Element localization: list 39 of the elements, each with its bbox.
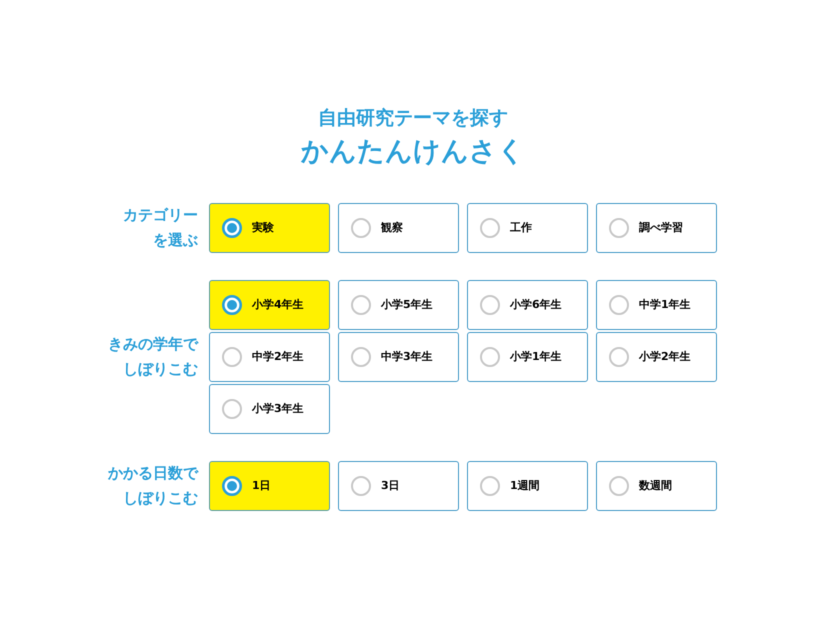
radio-option[interactable]: 観察 bbox=[338, 203, 459, 253]
radio-icon bbox=[480, 218, 500, 238]
radio-option[interactable]: 1日 bbox=[209, 461, 330, 511]
page-subtitle: かんたんけんさく bbox=[301, 135, 525, 169]
radio-icon bbox=[609, 218, 629, 238]
radio-option[interactable]: 工作 bbox=[467, 203, 588, 253]
radio-option[interactable]: 小学5年生 bbox=[338, 280, 459, 330]
radio-icon bbox=[222, 347, 242, 367]
radio-option[interactable]: 1週間 bbox=[467, 461, 588, 511]
radio-icon bbox=[480, 295, 500, 315]
radio-option[interactable]: 小学2年生 bbox=[596, 332, 717, 382]
radio-selected-icon bbox=[222, 218, 242, 238]
radio-option[interactable]: 小学6年生 bbox=[467, 280, 588, 330]
radio-icon bbox=[609, 347, 629, 367]
radio-option[interactable]: 小学1年生 bbox=[467, 332, 588, 382]
radio-selected-icon bbox=[222, 295, 242, 315]
radio-option[interactable]: 数週間 bbox=[596, 461, 717, 511]
radio-icon bbox=[609, 295, 629, 315]
radio-icon bbox=[351, 295, 371, 315]
radio-selected-icon bbox=[222, 476, 242, 496]
radio-option[interactable]: 中学3年生 bbox=[338, 332, 459, 382]
filter-label: かかる日数で しぼりこむ bbox=[107, 463, 198, 509]
radio-option[interactable]: 小学3年生 bbox=[209, 384, 330, 434]
radio-icon bbox=[609, 476, 629, 496]
radio-option[interactable]: 実験 bbox=[209, 203, 330, 253]
page-title: 自由研究テーマを探す bbox=[318, 106, 508, 131]
radio-icon bbox=[351, 218, 371, 238]
radio-option[interactable]: 小学4年生 bbox=[209, 280, 330, 330]
filter-label: カテゴリー を選ぶ bbox=[122, 205, 198, 251]
filter-label: きみの学年で しぼりこむ bbox=[107, 334, 198, 380]
radio-option[interactable]: 中学2年生 bbox=[209, 332, 330, 382]
radio-icon bbox=[480, 476, 500, 496]
radio-icon bbox=[480, 347, 500, 367]
radio-option[interactable]: 中学1年生 bbox=[596, 280, 717, 330]
radio-option[interactable]: 3日 bbox=[338, 461, 459, 511]
radio-icon bbox=[351, 347, 371, 367]
radio-icon bbox=[351, 476, 371, 496]
radio-option[interactable]: 調べ学習 bbox=[596, 203, 717, 253]
radio-icon bbox=[222, 399, 242, 419]
